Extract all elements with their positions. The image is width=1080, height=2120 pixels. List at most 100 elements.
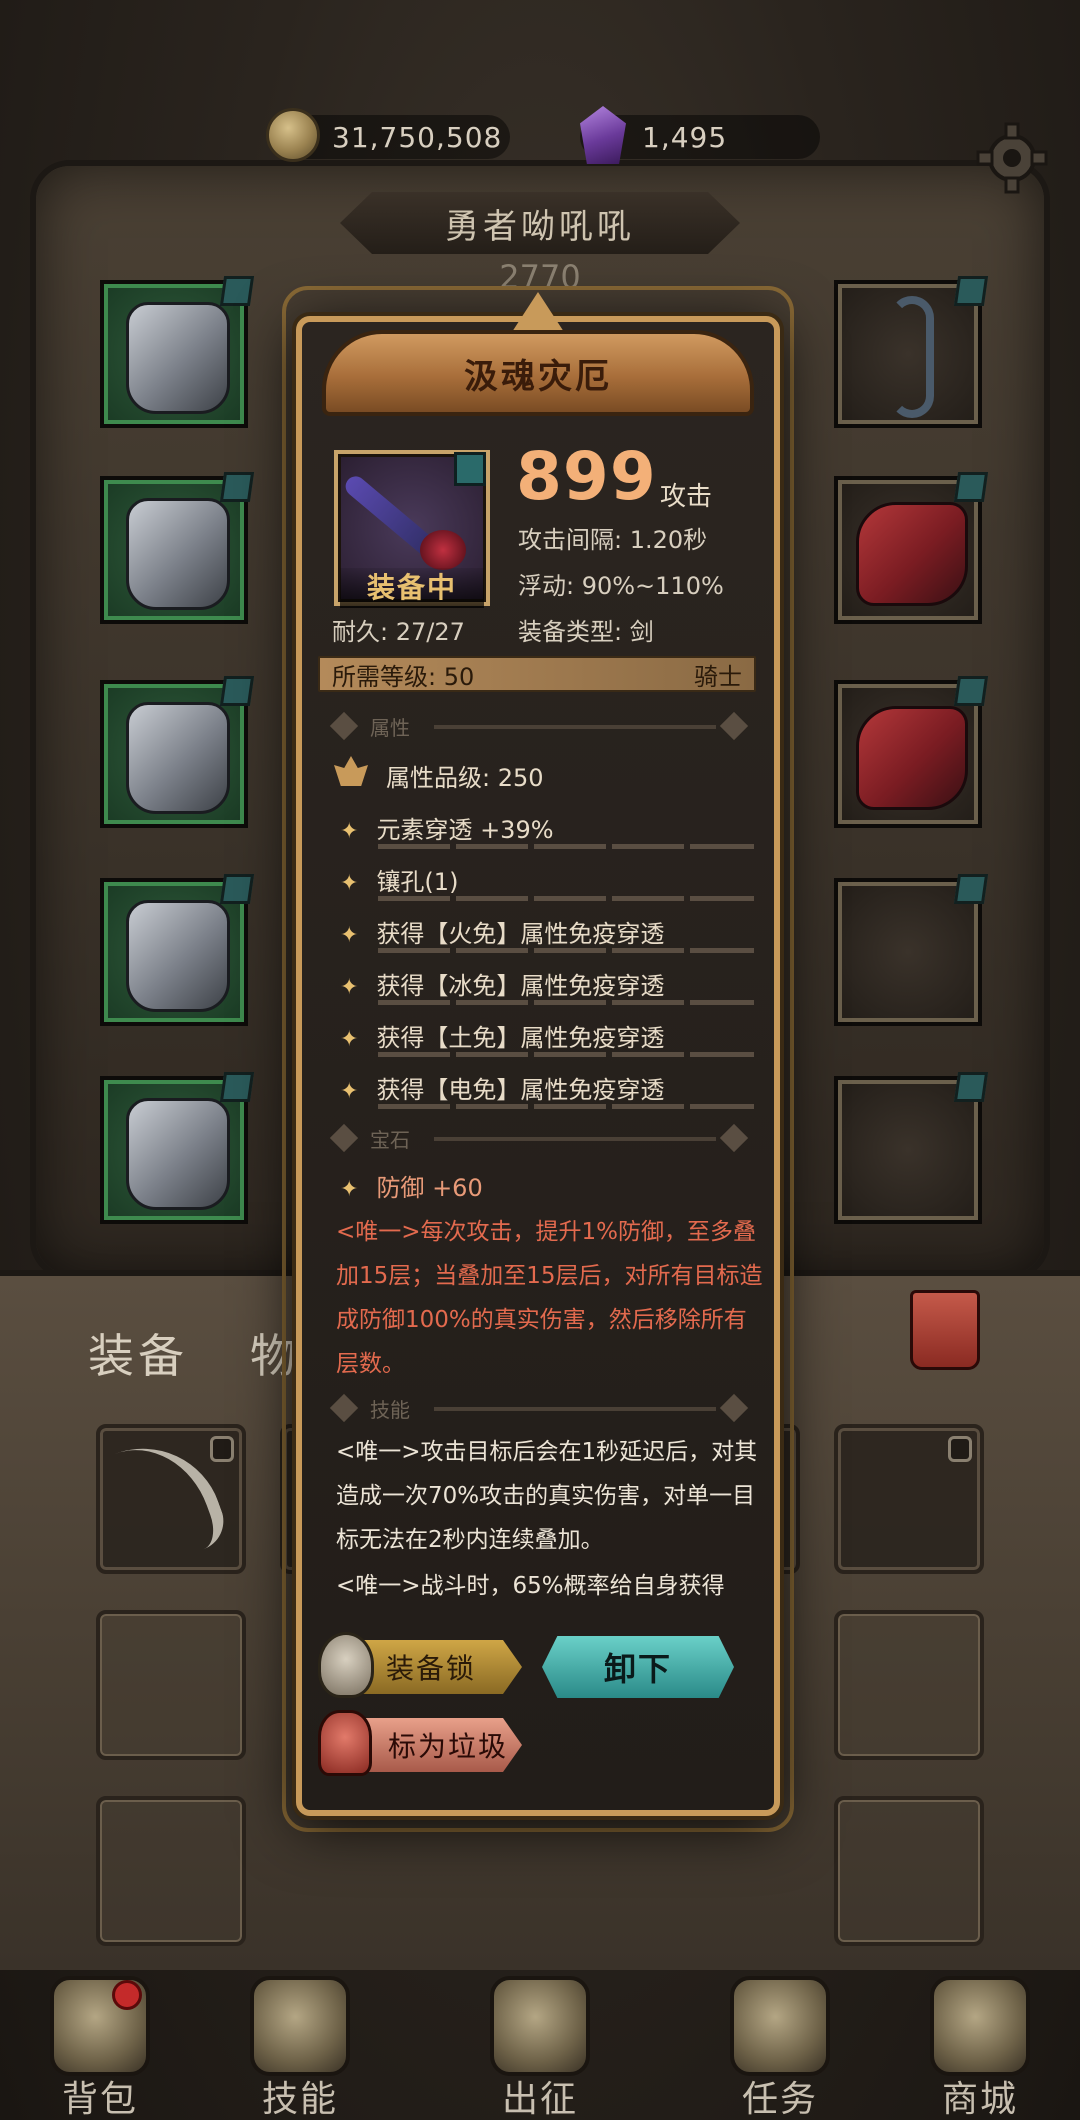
nav-label: 出征	[501, 2079, 578, 2120]
junk-bag-icon	[318, 1710, 372, 1776]
attribute-underline	[378, 896, 754, 901]
settings-gear-icon[interactable]	[974, 120, 1050, 196]
tab-equipment[interactable]: 装备	[88, 1320, 188, 1386]
slot-tag-icon	[953, 472, 989, 502]
nav-label: 任务	[741, 2079, 818, 2120]
equip-slot-empty-2[interactable]	[834, 1072, 989, 1224]
equip-slot-accessory-1[interactable]	[834, 472, 989, 624]
nav-label: 技能	[261, 2079, 338, 2120]
section-title: 宝石	[370, 1128, 410, 1152]
equip-slot-empty-1[interactable]	[834, 874, 989, 1026]
star-icon: ✦	[340, 871, 359, 896]
nav-expedition[interactable]: 出征	[440, 1960, 640, 2120]
shop-icon	[930, 1976, 1030, 2076]
attribute-underline	[378, 1104, 754, 1109]
lock-icon	[210, 1436, 234, 1462]
durability: 耐久: 27/27	[332, 618, 465, 646]
attribute-line: ✦ 获得【冰免】属性免疫穿透	[340, 972, 665, 1000]
attribute-line: ✦ 获得【电免】属性免疫穿透	[340, 1076, 665, 1104]
padlock-icon	[318, 1632, 374, 1698]
lock-icon	[948, 1436, 972, 1462]
bag-slot[interactable]	[96, 1424, 246, 1574]
star-icon: ✦	[340, 1177, 359, 1202]
unique-effect-text: <唯一>每次攻击，提升1%防御，至多叠加15层；当叠加至15层后，对所有目标造成…	[336, 1219, 763, 1377]
attribute-line: ✦ 获得【土免】属性免疫穿透	[340, 1024, 665, 1052]
leg-armor-icon	[126, 900, 230, 1012]
nav-quests[interactable]: 任务	[680, 1960, 880, 2120]
coin-amount: 31,750,508	[332, 120, 503, 154]
star-icon: ✦	[340, 819, 359, 844]
slot-tag-icon	[953, 874, 989, 904]
sword-hilt-icon	[420, 530, 466, 570]
bag-slot-empty[interactable]	[834, 1610, 984, 1760]
slot-tag-icon	[219, 874, 255, 904]
nav-shop[interactable]: 商城	[880, 1960, 1080, 2120]
required-level: 所需等级: 50	[332, 662, 475, 691]
star-icon: ✦	[340, 1027, 359, 1052]
slot-tag-icon	[219, 1072, 255, 1102]
nav-backpack[interactable]: 背包	[0, 1960, 200, 2120]
attribute-underline	[378, 1052, 754, 1057]
player-level: 2770	[499, 258, 581, 296]
equip-slot-necklace[interactable]	[834, 276, 989, 428]
slot-tag-icon	[219, 276, 255, 306]
gauntlet-icon	[126, 702, 230, 814]
horn-icon	[730, 1976, 830, 2076]
gem-counter: 1,495	[580, 106, 820, 164]
coin-icon	[266, 108, 320, 162]
section-title: 技能	[370, 1398, 410, 1422]
section-title: 属性	[370, 716, 410, 740]
section-gem: 宝石	[329, 1123, 749, 1154]
slot-tag-icon	[953, 276, 989, 306]
attack-label: 攻击	[660, 482, 713, 512]
bottom-nav: 背包 技能 出征 任务 商城	[0, 1960, 1080, 2120]
bag-slot[interactable]	[834, 1424, 984, 1574]
red-bracer-icon	[856, 502, 968, 606]
boots-icon	[126, 1098, 230, 1210]
section-attributes: 属性	[329, 711, 749, 742]
attack-interval: 攻击间隔: 1.20秒	[518, 526, 708, 554]
attribute-underline	[378, 844, 754, 849]
nav-skills[interactable]: 技能	[200, 1960, 400, 2120]
star-icon: ✦	[340, 923, 359, 948]
item-title: 汲魂灾厄	[464, 356, 612, 397]
tab-items[interactable]: 物	[250, 1320, 300, 1386]
equip-slot-boots[interactable]	[100, 1072, 255, 1224]
bag-slot-empty[interactable]	[96, 1796, 246, 1946]
gem-stat: ✦ 防御 +60	[340, 1174, 483, 1202]
equip-slot-legs[interactable]	[100, 874, 255, 1026]
attribute-line: ✦ 获得【火免】属性免疫穿透	[340, 920, 665, 948]
equip-slot-chest[interactable]	[100, 472, 255, 624]
slot-tag-icon	[219, 472, 255, 502]
skill-text-1: <唯一>攻击目标后会在1秒延迟后，对其造成一次70%攻击的真实伤害，对单一目标无…	[336, 1439, 758, 1553]
attribute-underline	[378, 1000, 754, 1005]
equip-slot-accessory-2[interactable]	[834, 676, 989, 828]
red-bracer-icon	[856, 706, 968, 810]
bag-slot-empty[interactable]	[834, 1796, 984, 1946]
unequip-button[interactable]: 卸下	[542, 1636, 734, 1698]
item-tag-icon	[454, 452, 486, 486]
skill-book-icon	[250, 1976, 350, 2076]
star-icon: ✦	[340, 1079, 359, 1104]
section-skills: 技能	[329, 1393, 749, 1424]
player-name: 勇者呦吼吼	[445, 206, 635, 247]
bag-slot-empty[interactable]	[96, 1610, 246, 1760]
skill-text-2: <唯一>战斗时，65%概率给自身获得	[336, 1573, 725, 1599]
slot-tag-icon	[219, 676, 255, 706]
attribute-grade: 属性品级: 250	[386, 764, 544, 792]
slot-tag-icon	[953, 1072, 989, 1102]
attribute-underline	[378, 948, 754, 953]
nav-label: 背包	[61, 2079, 138, 2120]
coin-counter: 31,750,508	[266, 108, 510, 162]
player-name-banner: 勇者呦吼吼	[340, 192, 740, 254]
gem-amount: 1,495	[642, 120, 728, 154]
equip-slot-helmet[interactable]	[100, 276, 255, 428]
equip-slot-gloves[interactable]	[100, 676, 255, 828]
equip-type: 装备类型: 剑	[518, 618, 654, 646]
notification-dot	[112, 1980, 142, 2010]
trash-icon[interactable]	[910, 1290, 980, 1370]
slot-tag-icon	[953, 676, 989, 706]
attack-value: 899	[516, 438, 657, 515]
necklace-icon	[890, 296, 934, 418]
equipped-badge: 装备中	[340, 568, 484, 608]
